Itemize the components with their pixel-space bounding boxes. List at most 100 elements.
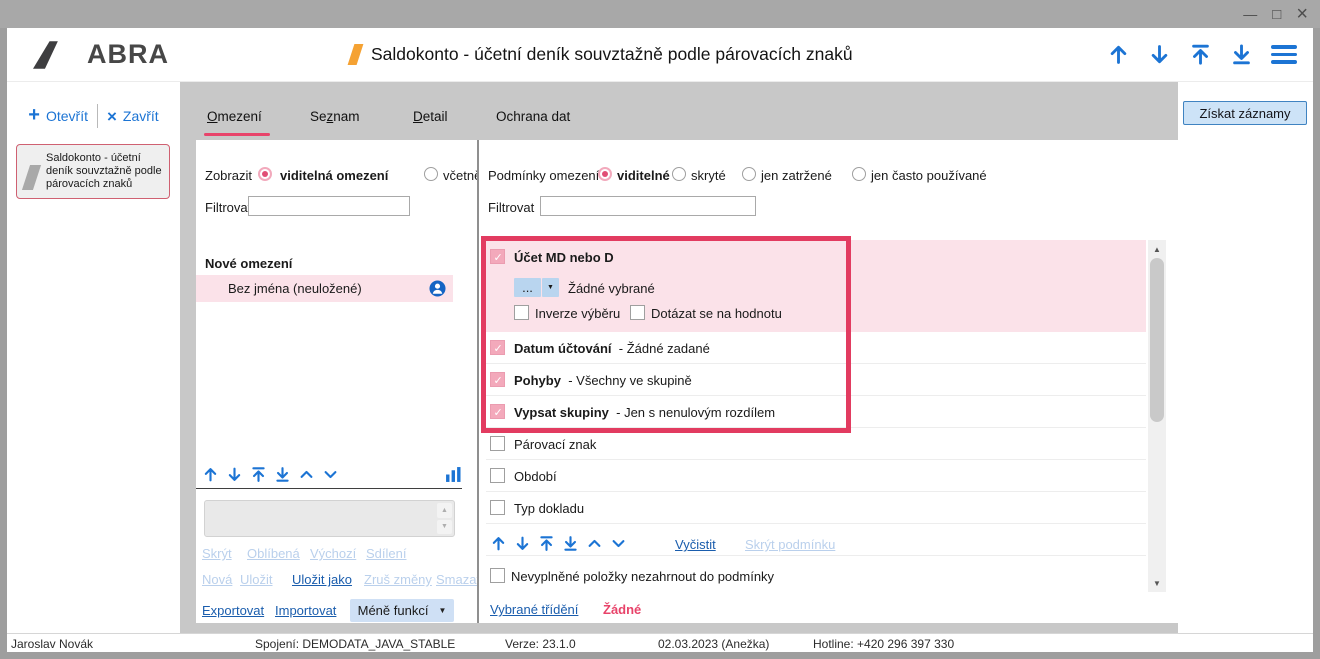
radio-vcetne-skrytych-label[interactable]: včetně skry	[443, 168, 477, 183]
checkbox-nevyplnene-polozky-label[interactable]: Nevyplněné položky nezahrnout do podmínk…	[511, 569, 774, 584]
move-last-icon[interactable]	[1230, 43, 1253, 66]
window-titlebar: — □ ×	[0, 0, 1320, 28]
move-last-icon[interactable]	[562, 535, 579, 552]
checkbox-dotazat-se[interactable]	[630, 305, 645, 320]
move-up-icon[interactable]	[1107, 43, 1130, 66]
checkbox-parovaci-znak[interactable]	[490, 436, 505, 451]
condition-typ-dokladu[interactable]: Typ dokladu	[486, 492, 1146, 524]
menu-icon[interactable]	[1271, 45, 1297, 64]
radio-vcetne-skrytych[interactable]	[424, 167, 438, 181]
tab-ochrana-dat[interactable]: Ochrana dat	[496, 109, 570, 124]
collapse-icon[interactable]	[586, 535, 603, 552]
get-records-button[interactable]: Získat záznamy	[1183, 101, 1307, 125]
filter-input[interactable]	[248, 196, 410, 216]
link-ulozit[interactable]: Uložit	[240, 572, 273, 587]
spin-up-icon[interactable]: ▲	[437, 503, 452, 518]
condition-vypsat-skupiny[interactable]: Vypsat skupiny - Jen s nenulovým rozdíle…	[486, 396, 1146, 428]
conditions-pane: Podmínky omezení viditelné skryté jen za…	[477, 140, 1178, 623]
status-version: Verze: 23.1.0	[505, 637, 576, 651]
scrollbar-thumb[interactable]	[1150, 258, 1164, 422]
move-down-icon[interactable]	[514, 535, 531, 552]
mene-funkci-button[interactable]: Méně funkcí ▼	[350, 599, 454, 622]
description-box[interactable]: ▲ ▼	[204, 500, 455, 537]
expand-icon[interactable]	[322, 466, 339, 483]
spin-down-icon[interactable]: ▼	[437, 520, 452, 535]
chart-icon[interactable]	[445, 466, 462, 483]
link-exportovat[interactable]: Exportovat	[202, 603, 264, 618]
move-up-icon[interactable]	[202, 466, 219, 483]
picker-caret-icon[interactable]: ▼	[542, 278, 559, 297]
scroll-down-icon[interactable]: ▼	[1148, 574, 1166, 592]
minimize-icon[interactable]: —	[1243, 7, 1257, 21]
mene-funkci-label: Méně funkcí	[358, 603, 429, 618]
link-oblibena[interactable]: Oblíbená	[247, 546, 300, 561]
abra-logo-text: ABRA	[87, 39, 169, 70]
checkbox-ucet-md-nebo-d[interactable]	[490, 249, 505, 264]
checkbox-typ-dokladu[interactable]	[490, 500, 505, 515]
abra-logo-icon	[33, 41, 79, 69]
collapse-icon[interactable]	[298, 466, 315, 483]
maximize-icon[interactable]: □	[1272, 7, 1281, 22]
checkbox-obdobi[interactable]	[490, 468, 505, 483]
link-smazat[interactable]: Smazat	[436, 572, 477, 587]
checkbox-inverze-vyberu-label[interactable]: Inverze výběru	[535, 306, 620, 321]
link-vybrane-trideni[interactable]: Vybrané třídění	[490, 602, 578, 617]
checkbox-pohyby[interactable]	[490, 372, 505, 387]
radio-viditelne-label[interactable]: viditelné	[617, 168, 670, 183]
close-button-label: Zavřít	[123, 108, 159, 124]
checkbox-inverze-vyberu[interactable]	[514, 305, 529, 320]
close-icon[interactable]: ×	[1296, 4, 1308, 24]
conditions-filter-input[interactable]	[540, 196, 756, 216]
expand-icon[interactable]	[610, 535, 627, 552]
conditions-scrollbar[interactable]: ▲ ▼	[1148, 240, 1166, 592]
link-zrus-zmeny[interactable]: Zruš změny	[364, 572, 432, 587]
link-ulozit-jako[interactable]: Uložit jako	[292, 572, 352, 587]
tab-seznam[interactable]: Seznam	[310, 109, 360, 124]
checkbox-nevyplnene-polozky[interactable]	[490, 568, 505, 583]
scroll-up-icon[interactable]: ▲	[1148, 240, 1166, 258]
close-report-button[interactable]: × Zavřít	[107, 108, 159, 125]
move-first-icon[interactable]	[1189, 43, 1212, 66]
link-skryt[interactable]: Skrýt	[202, 546, 232, 561]
radio-jen-zatrzene[interactable]	[742, 167, 756, 181]
link-skryt-podminku[interactable]: Skrýt podmínku	[745, 537, 835, 552]
status-date: 02.03.2023 (Anežka)	[658, 637, 769, 651]
radio-viditelna-omezeni-label[interactable]: viditelná omezení	[280, 168, 388, 183]
link-nova[interactable]: Nová	[202, 572, 232, 587]
link-vycistit[interactable]: Vyčistit	[675, 537, 716, 552]
report-card-saldokonto[interactable]: Saldokonto - účetní deník souvztažně pod…	[16, 144, 170, 199]
tab-detail[interactable]: Detail	[413, 109, 448, 124]
condition-parovaci-znak[interactable]: Párovací znak	[486, 428, 1146, 460]
divider	[97, 104, 98, 128]
radio-skryte-label[interactable]: skryté	[691, 168, 726, 183]
radio-viditelne[interactable]	[598, 167, 612, 181]
link-vychozi[interactable]: Výchozí	[310, 546, 356, 561]
open-button[interactable]: + Otevřít	[28, 107, 88, 125]
radio-jen-zatrzene-label[interactable]: jen zatržené	[761, 168, 832, 183]
radio-jen-casto-pouzivane-label[interactable]: jen často používané	[871, 168, 987, 183]
tab-omezeni[interactable]: Omezení	[207, 109, 262, 124]
move-first-icon[interactable]	[538, 535, 555, 552]
checkbox-datum-uctovani[interactable]	[490, 340, 505, 355]
move-down-icon[interactable]	[226, 466, 243, 483]
radio-jen-casto-pouzivane[interactable]	[852, 167, 866, 181]
move-last-icon[interactable]	[274, 466, 291, 483]
restriction-item-unsaved[interactable]: Bez jména (neuložené)	[196, 275, 453, 302]
link-importovat[interactable]: Importovat	[275, 603, 336, 618]
condition-datum-uctovani[interactable]: Datum účtování - Žádné zadané	[486, 332, 1146, 364]
checkbox-vypsat-skupiny[interactable]	[490, 404, 505, 419]
user-icon[interactable]	[429, 280, 446, 297]
link-sdileni[interactable]: Sdílení	[366, 546, 406, 561]
status-bar: Jaroslav Novák Spojení: DEMODATA_JAVA_ST…	[7, 633, 1313, 652]
radio-viditelna-omezeni[interactable]	[258, 167, 272, 181]
caret-down-icon: ▼	[438, 606, 446, 615]
checkbox-dotazat-se-label[interactable]: Dotázat se na hodnotu	[651, 306, 782, 321]
condition-ucet-md-nebo-d[interactable]: Účet MD nebo D ... ▼ Žádné vybrané Inver…	[486, 240, 1146, 332]
move-down-icon[interactable]	[1148, 43, 1171, 66]
move-up-icon[interactable]	[490, 535, 507, 552]
condition-pohyby[interactable]: Pohyby - Všechny ve skupině	[486, 364, 1146, 396]
radio-skryte[interactable]	[672, 167, 686, 181]
picker-button[interactable]: ...	[514, 278, 541, 297]
move-first-icon[interactable]	[250, 466, 267, 483]
condition-obdobi[interactable]: Období	[486, 460, 1146, 492]
